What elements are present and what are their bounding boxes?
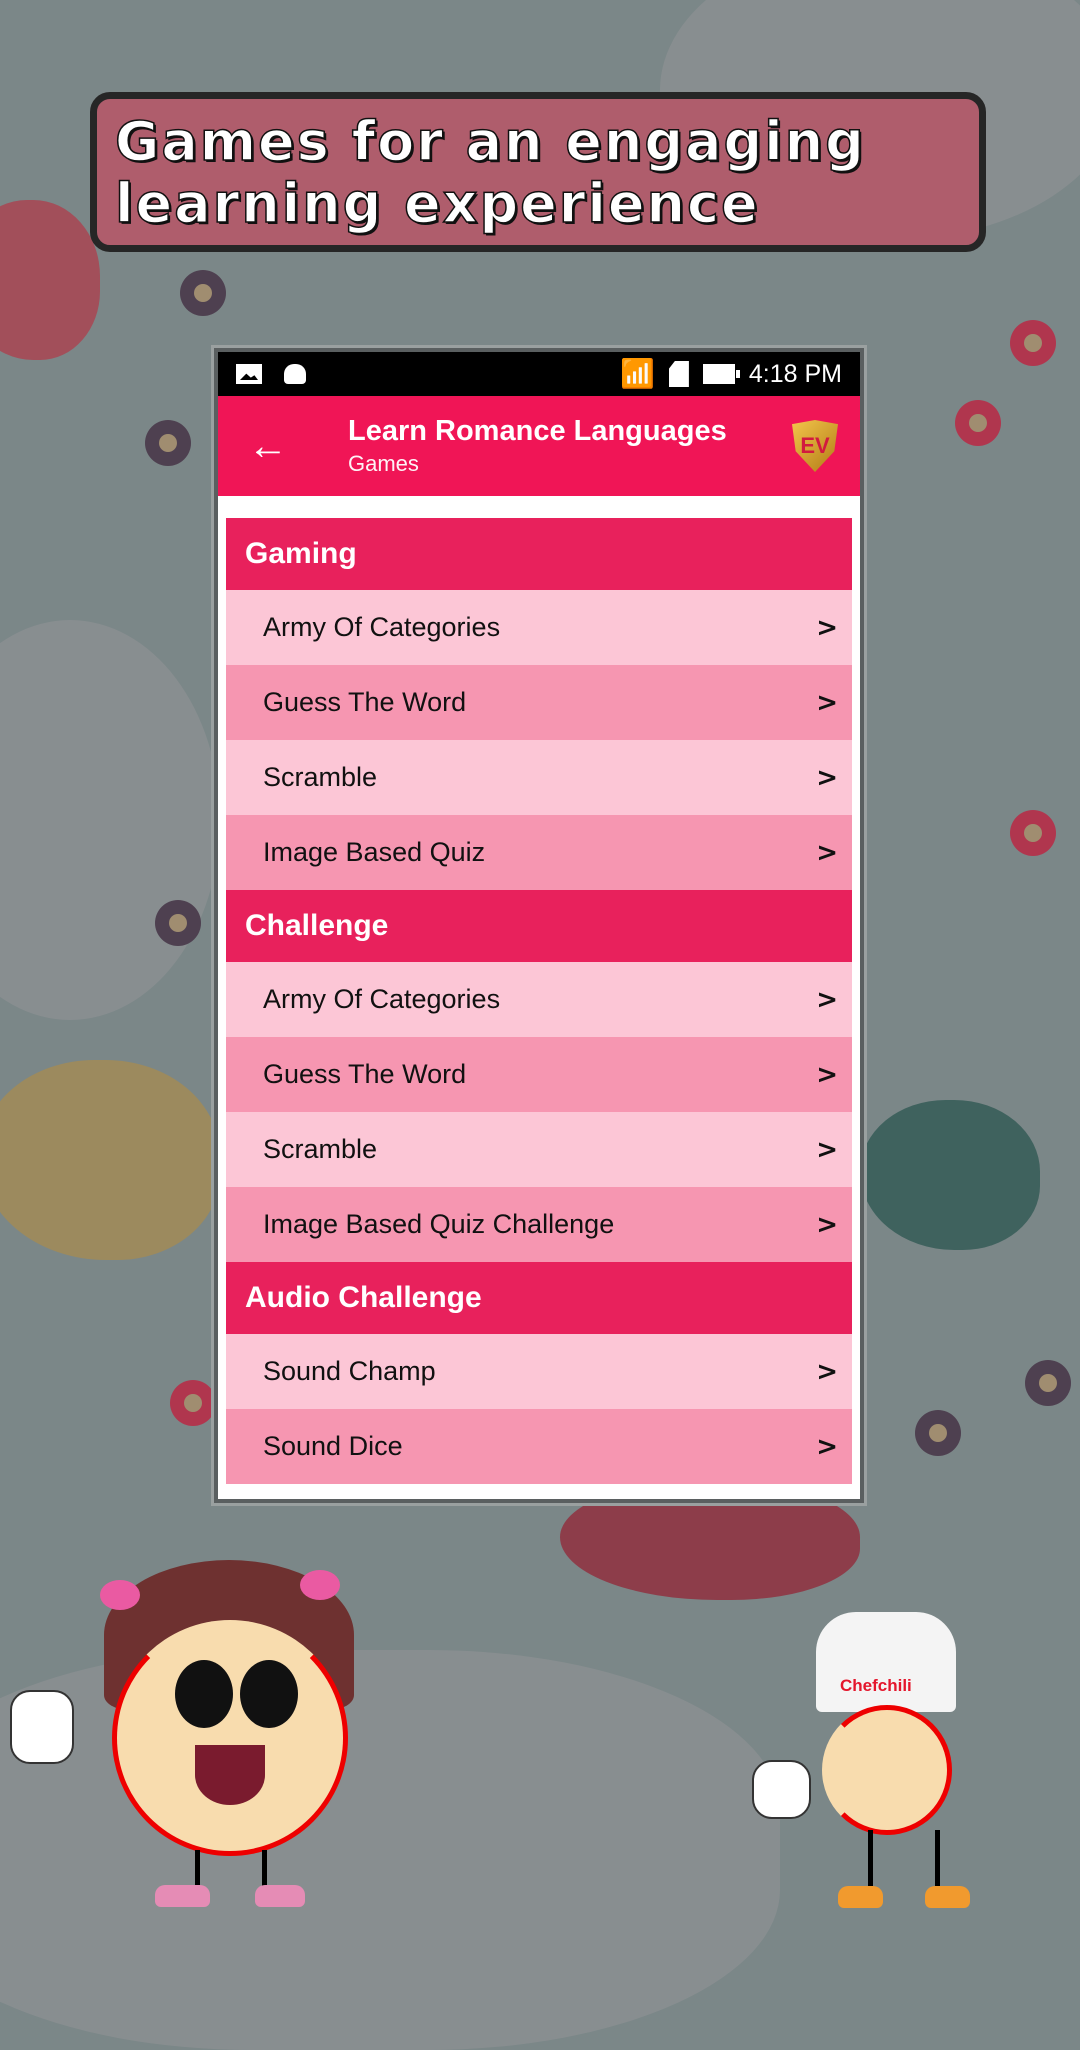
list-item[interactable]: Army Of Categories >	[226, 590, 852, 665]
chef-hat-text: Chefchili	[840, 1676, 912, 1695]
background-flower	[180, 270, 226, 316]
background-flower	[955, 400, 1001, 446]
list-item-label: Army Of Categories	[263, 612, 501, 642]
background-flower	[1025, 1360, 1071, 1406]
list-item-label: Army Of Categories	[263, 984, 501, 1014]
promo-banner: Games for an engaging learning experienc…	[90, 92, 986, 252]
section-header-gaming: Gaming	[226, 518, 852, 590]
list-item[interactable]: Guess The Word >	[226, 665, 852, 740]
background-flower	[170, 1380, 216, 1426]
list-item-label: Scramble	[263, 1134, 378, 1164]
background-cloud	[0, 620, 220, 1020]
list-item-label: Sound Champ	[263, 1356, 436, 1386]
background-flower	[155, 900, 201, 946]
chevron-right-icon: >	[816, 1356, 838, 1387]
app-title: Learn Romance Languages	[348, 415, 727, 447]
list-item-label: Sound Dice	[263, 1431, 403, 1461]
sd-card-error-icon	[668, 361, 689, 387]
mascot-mouth	[195, 1745, 265, 1805]
status-time: 4:18 PM	[748, 359, 842, 388]
chevron-right-icon: >	[816, 1209, 838, 1240]
chef-hat	[816, 1612, 956, 1712]
app-subtitle: Games	[348, 451, 419, 476]
list-item-label: Scramble	[263, 762, 378, 792]
chevron-right-icon: >	[816, 1134, 838, 1165]
back-button[interactable]: ←	[238, 416, 298, 476]
background-bird	[0, 200, 100, 360]
list-item[interactable]: Scramble >	[226, 1112, 852, 1187]
chevron-right-icon: >	[816, 612, 838, 643]
mascot-shoe	[155, 1885, 210, 1907]
list-item-label: Guess The Word	[263, 687, 467, 717]
mascot-shoe	[925, 1886, 970, 1908]
logo-text: EV	[800, 433, 830, 458]
mascot-eye	[240, 1660, 298, 1728]
phone-screen: 📶 4:18 PM ← Learn Romance Languages Game…	[214, 348, 864, 1503]
chevron-right-icon: >	[816, 984, 838, 1015]
chevron-right-icon: >	[816, 687, 838, 718]
mascot-leg	[935, 1830, 940, 1890]
pointing-glove-icon	[752, 1760, 811, 1819]
list-item-label: Image Based Quiz	[263, 837, 486, 867]
background-flower	[145, 420, 191, 466]
chevron-right-icon: >	[816, 1431, 838, 1462]
chevron-right-icon: >	[816, 1059, 838, 1090]
background-flower	[1010, 320, 1056, 366]
games-list: Gaming Army Of Categories > Guess The Wo…	[226, 518, 852, 1484]
list-item[interactable]: Guess The Word >	[226, 1037, 852, 1112]
thumbs-up-glove-icon	[10, 1690, 74, 1764]
list-item-label: Guess The Word	[263, 1059, 467, 1089]
mascot-leg	[868, 1830, 873, 1890]
ev-logo-icon[interactable]: EV	[792, 420, 838, 472]
list-item[interactable]: Scramble >	[226, 740, 852, 815]
image-icon	[236, 364, 262, 384]
wifi-icon: 📶	[620, 358, 655, 389]
arrow-left-icon: ←	[248, 423, 288, 468]
section-header-audio-challenge: Audio Challenge	[226, 1262, 852, 1334]
list-item[interactable]: Image Based Quiz Challenge >	[226, 1187, 852, 1262]
chevron-right-icon: >	[816, 762, 838, 793]
android-icon	[284, 364, 306, 384]
hair-bow-icon	[300, 1570, 340, 1600]
mascot-shoe	[838, 1886, 883, 1908]
mascot-leg	[195, 1850, 200, 1890]
mascot-shoe	[255, 1885, 305, 1907]
section-header-challenge: Challenge	[226, 890, 852, 962]
mascot-face	[112, 1620, 348, 1856]
list-item-label: Image Based Quiz Challenge	[263, 1209, 615, 1239]
list-item[interactable]: Sound Dice >	[226, 1409, 852, 1484]
battery-icon	[702, 364, 740, 384]
status-bar: 📶 4:18 PM	[218, 352, 860, 396]
list-item[interactable]: Image Based Quiz >	[226, 815, 852, 890]
list-item[interactable]: Army Of Categories >	[226, 962, 852, 1037]
background-flower	[1010, 810, 1056, 856]
background-flower	[915, 1410, 961, 1456]
mascot-face	[822, 1705, 952, 1835]
mascot-leg	[262, 1850, 267, 1890]
chevron-right-icon: >	[816, 837, 838, 868]
app-bar: ← Learn Romance Languages Games EV	[218, 396, 860, 496]
banner-text: Games for an engaging learning experienc…	[114, 110, 866, 236]
background-bird	[860, 1100, 1040, 1250]
mascot-eye	[175, 1660, 233, 1728]
hair-bow-icon	[100, 1580, 140, 1610]
list-item[interactable]: Sound Champ >	[226, 1334, 852, 1409]
background-bird	[0, 1060, 220, 1260]
